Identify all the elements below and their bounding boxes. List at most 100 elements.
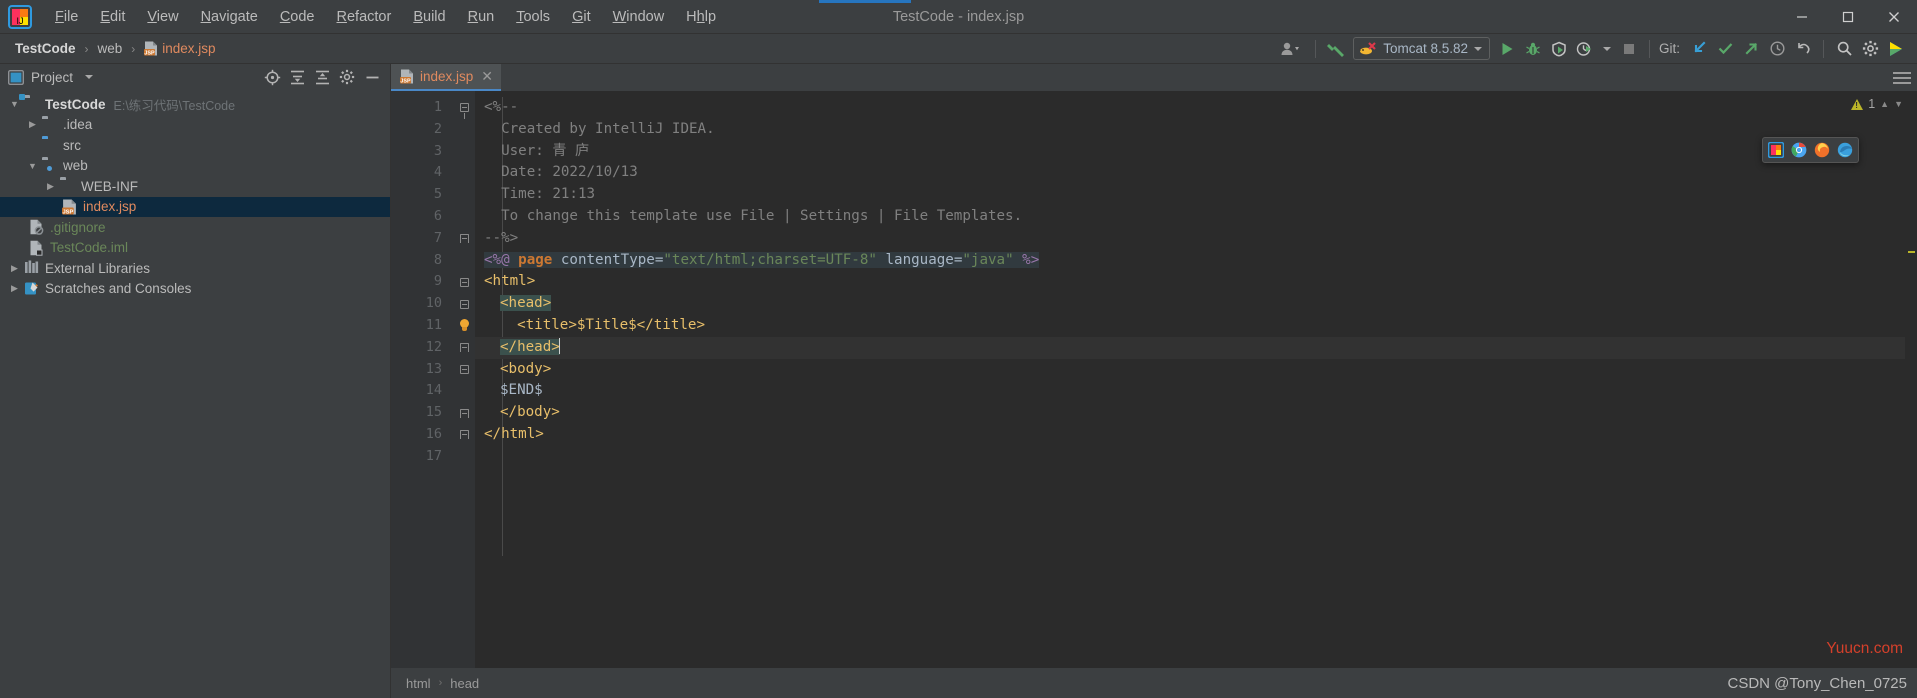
fold-collapse-icon[interactable]: [459, 277, 469, 287]
breadcrumb-head[interactable]: head: [445, 674, 484, 693]
menu-refactor[interactable]: Refactor: [326, 6, 403, 28]
editor-tab-index-jsp[interactable]: JSP index.jsp ✕: [391, 64, 502, 91]
fold-collapse-icon[interactable]: [459, 299, 469, 309]
code-folding-gutter[interactable]: [453, 91, 475, 668]
firefox-browser-icon[interactable]: [1814, 142, 1830, 158]
code-line[interactable]: $END$: [475, 380, 1905, 402]
menu-build[interactable]: Build: [402, 6, 456, 28]
fold-end-icon[interactable]: [459, 430, 469, 440]
intellij-browser-icon[interactable]: [1767, 141, 1785, 159]
chevron-right-icon[interactable]: ▶: [8, 262, 21, 275]
fold-collapse-icon[interactable]: [459, 364, 469, 374]
git-commit-button[interactable]: [1712, 37, 1738, 61]
chrome-browser-icon[interactable]: [1791, 142, 1807, 158]
code-line[interactable]: [475, 446, 1905, 468]
tree-item-web[interactable]: ▼ web: [0, 156, 390, 177]
tree-item-testcode[interactable]: ▼ TestCode E:\练习代码\TestCode: [0, 94, 390, 115]
maximize-button[interactable]: [1825, 0, 1871, 34]
code-line[interactable]: <body>: [475, 359, 1905, 381]
code-line[interactable]: --%>: [475, 228, 1905, 250]
fold-end-icon[interactable]: [459, 234, 469, 244]
tree-item-scratches-and-consoles[interactable]: ▶ Scratches and Consoles: [0, 279, 390, 300]
tree-item-gitignore[interactable]: .gitignore: [0, 217, 390, 238]
menu-tools[interactable]: Tools: [505, 6, 561, 28]
git-push-button[interactable]: [1738, 37, 1764, 61]
fold-marker-end[interactable]: [453, 337, 475, 359]
settings-button[interactable]: [1857, 37, 1883, 61]
menu-git[interactable]: Git: [561, 6, 602, 28]
fold-marker-end[interactable]: [453, 424, 475, 446]
code-line[interactable]: <%--: [475, 97, 1905, 119]
fold-marker[interactable]: [453, 359, 475, 381]
close-button[interactable]: [1871, 0, 1917, 34]
code-line[interactable]: Date: 2022/10/13: [475, 162, 1905, 184]
code-line[interactable]: User: 青 庐: [475, 141, 1905, 163]
breadcrumb-html[interactable]: html: [401, 674, 436, 693]
git-update-button[interactable]: [1686, 37, 1712, 61]
code-line[interactable]: <html>: [475, 271, 1905, 293]
edge-browser-icon[interactable]: [1837, 142, 1853, 158]
menu-window[interactable]: Window: [602, 6, 676, 28]
run-dropdown-button[interactable]: [1598, 37, 1616, 61]
debug-button[interactable]: [1520, 37, 1546, 61]
git-rollback-button[interactable]: [1790, 37, 1816, 61]
code-text-area[interactable]: <%-- Created by IntelliJ IDEA. User: 青 庐…: [475, 91, 1905, 668]
chevron-right-icon[interactable]: ▶: [26, 118, 39, 131]
fold-end-icon[interactable]: [459, 408, 469, 418]
tree-item-external-libraries[interactable]: ▶ External Libraries: [0, 258, 390, 279]
user-account-button[interactable]: [1274, 37, 1308, 61]
menu-navigate[interactable]: Navigate: [190, 6, 269, 28]
breadcrumb-project[interactable]: TestCode: [10, 39, 81, 58]
ide-assistant-button[interactable]: [1883, 37, 1909, 61]
fold-marker[interactable]: [453, 271, 475, 293]
git-history-button[interactable]: [1764, 37, 1790, 61]
stop-button[interactable]: [1616, 37, 1642, 61]
search-everywhere-button[interactable]: [1831, 37, 1857, 61]
code-editor[interactable]: 1 2 3 4 5 6 7 8 9 10 11 12 13 14 15 16 1: [391, 91, 1917, 668]
tree-item-idea[interactable]: ▶ .idea: [0, 115, 390, 136]
fold-end-icon[interactable]: [459, 343, 469, 353]
lightbulb-icon[interactable]: [459, 319, 470, 332]
code-line[interactable]: </html>: [475, 424, 1905, 446]
breadcrumb-folder-web[interactable]: web: [93, 39, 128, 58]
hide-panel-button[interactable]: [360, 66, 384, 88]
expand-all-button[interactable]: [285, 66, 309, 88]
code-line-jsp-directive[interactable]: <%@ page contentType="text/html;charset=…: [475, 250, 1905, 272]
run-coverage-button[interactable]: [1546, 37, 1572, 61]
menu-file[interactable]: File: [44, 6, 89, 28]
code-line[interactable]: To change this template use File | Setti…: [475, 206, 1905, 228]
error-stripe-marker-gutter[interactable]: [1905, 91, 1917, 668]
code-line-head-open[interactable]: <head>: [475, 293, 1905, 315]
menu-run[interactable]: Run: [457, 6, 506, 28]
tool-settings-button[interactable]: [335, 66, 359, 88]
menu-view[interactable]: View: [136, 6, 189, 28]
tree-item-testcode-iml[interactable]: TestCode.iml: [0, 238, 390, 259]
profiler-button[interactable]: [1572, 37, 1598, 61]
open-in-browser-popup[interactable]: [1762, 137, 1859, 163]
build-project-button[interactable]: [1323, 37, 1349, 61]
fold-marker-end[interactable]: [453, 402, 475, 424]
chevron-right-icon[interactable]: ▶: [44, 180, 57, 193]
code-line[interactable]: </body>: [475, 402, 1905, 424]
fold-marker[interactable]: [453, 293, 475, 315]
menu-help[interactable]: HHlp: [675, 6, 727, 28]
run-button[interactable]: [1494, 37, 1520, 61]
chevron-down-icon[interactable]: ▼: [1894, 99, 1903, 109]
chevron-down-icon[interactable]: [85, 75, 94, 79]
run-configuration-selector[interactable]: Tomcat 8.5.82: [1353, 37, 1490, 60]
chevron-down-icon[interactable]: ▼: [26, 159, 39, 172]
collapse-all-button[interactable]: [310, 66, 334, 88]
inspection-widget[interactable]: 1 ▲ ▼: [1851, 97, 1903, 111]
breadcrumb-file-index-jsp[interactable]: JSP index.jsp: [139, 39, 220, 58]
tree-item-src[interactable]: ▶ src: [0, 135, 390, 156]
fold-marker-end[interactable]: [453, 228, 475, 250]
tree-item-web-inf[interactable]: ▶ WEB-INF: [0, 176, 390, 197]
fold-collapse-icon[interactable]: [459, 103, 469, 120]
close-icon[interactable]: ✕: [481, 68, 493, 85]
menu-edit[interactable]: Edit: [89, 6, 136, 28]
code-line-head-close[interactable]: </head>: [475, 336, 1905, 359]
code-line[interactable]: <title>$Title$</title>: [475, 315, 1905, 337]
warning-stripe-marker[interactable]: [1908, 251, 1915, 253]
intention-bulb[interactable]: [453, 315, 475, 337]
chevron-right-icon[interactable]: ▶: [8, 282, 21, 295]
